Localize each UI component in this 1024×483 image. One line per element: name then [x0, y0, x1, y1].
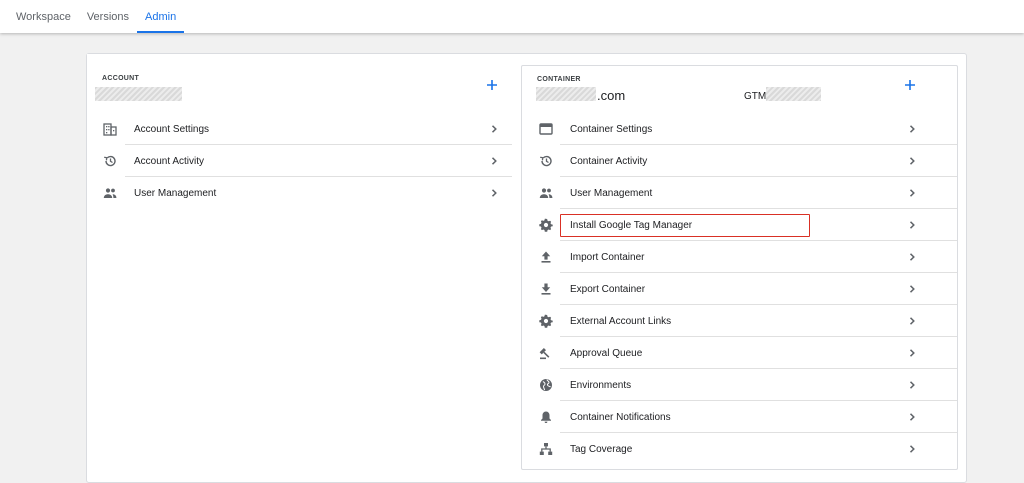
chevron-right-icon [907, 348, 917, 358]
building-icon [103, 122, 117, 136]
menu-item-label: User Management [570, 187, 653, 199]
container-item-container-activity[interactable]: Container Activity [522, 145, 957, 177]
menu-item-label: Tag Coverage [570, 443, 633, 455]
gear-icon [539, 314, 553, 328]
menu-item-label: Container Notifications [570, 411, 671, 423]
chevron-right-icon [907, 188, 917, 198]
top-nav-bar: Workspace Versions Admin [0, 0, 1024, 33]
chevron-right-icon [907, 316, 917, 326]
menu-item-label: Export Container [570, 283, 646, 295]
tab-workspace[interactable]: Workspace [8, 0, 79, 33]
plus-icon [905, 80, 915, 90]
menu-item-label: Account Settings [134, 123, 210, 135]
chevron-right-icon [907, 284, 917, 294]
menu-item-label: Environments [570, 379, 632, 391]
account-item-account-settings[interactable]: Account Settings [87, 113, 512, 145]
gavel-icon [539, 346, 553, 360]
menu-item-label: Install Google Tag Manager [570, 219, 693, 231]
container-item-export-container[interactable]: Export Container [522, 273, 957, 305]
container-section-label: CONTAINER [537, 76, 581, 83]
chevron-right-icon [907, 220, 917, 230]
container-menu-list: Container Settings Container Activity User… [522, 113, 957, 465]
history-icon [539, 154, 553, 168]
plus-icon [487, 80, 497, 90]
browser-window-icon [539, 122, 553, 136]
add-container-button[interactable] [903, 78, 917, 92]
chevron-right-icon [907, 412, 917, 422]
container-item-external-account-links[interactable]: External Account Links [522, 305, 957, 337]
tab-admin[interactable]: Admin [137, 0, 185, 33]
container-item-environments[interactable]: Environments [522, 369, 957, 401]
chevron-right-icon [489, 124, 499, 134]
container-item-container-notifications[interactable]: Container Notifications [522, 401, 957, 433]
sitemap-icon [539, 442, 553, 456]
chevron-right-icon [907, 124, 917, 134]
account-section-label: ACCOUNT [102, 75, 140, 82]
chevron-right-icon [907, 252, 917, 262]
container-item-install-google-tag-manager[interactable]: Install Google Tag Manager [522, 209, 957, 241]
people-icon [539, 186, 553, 200]
chevron-right-icon [489, 188, 499, 198]
people-icon [103, 186, 117, 200]
menu-item-label: Approval Queue [570, 347, 643, 359]
menu-item-label: Container Settings [570, 123, 653, 135]
chevron-right-icon [907, 380, 917, 390]
history-icon [103, 154, 117, 168]
menu-item-label: User Management [134, 187, 217, 199]
chevron-right-icon [907, 156, 917, 166]
account-menu-list: Account Settings Account Activity User Man… [87, 113, 512, 209]
menu-item-label: External Account Links [570, 315, 672, 327]
container-item-tag-coverage[interactable]: Tag Coverage [522, 433, 957, 465]
add-account-button[interactable] [485, 78, 499, 92]
bell-icon [539, 410, 553, 424]
container-item-user-management[interactable]: User Management [522, 177, 957, 209]
chevron-right-icon [907, 444, 917, 454]
upload-icon [539, 250, 553, 264]
tab-versions[interactable]: Versions [79, 0, 137, 33]
account-item-user-management[interactable]: User Management [87, 177, 512, 209]
menu-item-label: Import Container [570, 251, 645, 263]
container-item-import-container[interactable]: Import Container [522, 241, 957, 273]
admin-card: ACCOUNT Account Settings Account Activity… [86, 53, 967, 483]
container-item-approval-queue[interactable]: Approval Queue [522, 337, 957, 369]
menu-item-label: Account Activity [134, 155, 205, 167]
container-gtm-id-redacted [766, 87, 821, 101]
download-icon [539, 282, 553, 296]
account-name-redacted [95, 87, 182, 101]
container-panel: CONTAINER .com GTM- Container Settings Co… [521, 65, 958, 470]
account-panel: ACCOUNT Account Settings Account Activity… [87, 54, 512, 474]
container-domain-suffix: .com [597, 88, 626, 103]
menu-item-label: Container Activity [570, 155, 648, 167]
globe-icon [539, 378, 553, 392]
account-item-account-activity[interactable]: Account Activity [87, 145, 512, 177]
gear-icon [539, 218, 553, 232]
container-domain-redacted [536, 87, 596, 101]
chevron-right-icon [489, 156, 499, 166]
container-item-container-settings[interactable]: Container Settings [522, 113, 957, 145]
